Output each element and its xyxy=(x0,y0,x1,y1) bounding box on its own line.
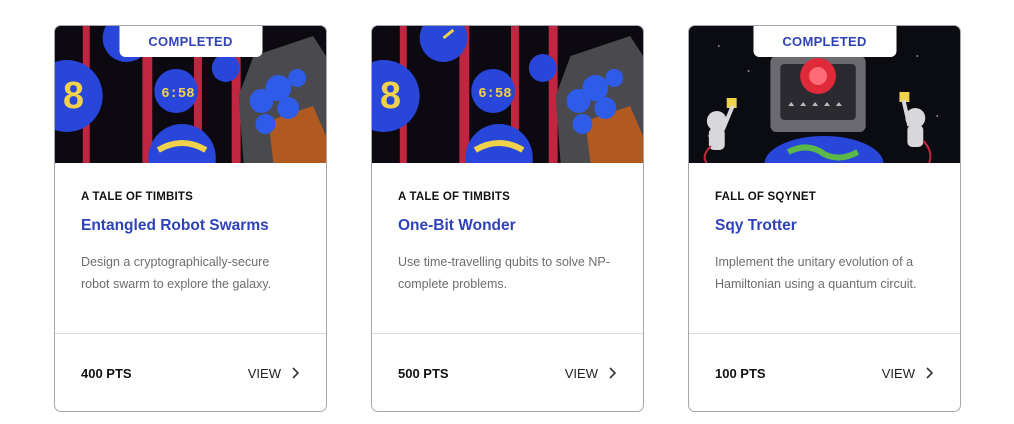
card-points: 500 PTS xyxy=(398,365,449,381)
card-category: A TALE OF TIMBITS xyxy=(81,191,193,203)
chevron-right-icon xyxy=(926,367,934,379)
orb-glyph: 8 xyxy=(380,75,401,117)
challenge-cards-grid: 8 6:58 COMPLETED A TALE OF TIMBITS Entan… xyxy=(0,0,1014,424)
challenge-card[interactable]: 8 6:58 A TALE OF TIMBITS One-Bit Wonder … xyxy=(371,25,644,412)
card-description: Use time-travelling qubits to solve NP-c… xyxy=(398,255,610,291)
card-footer: 400 PTS VIEW xyxy=(55,334,326,411)
card-description: Design a cryptographically-secure robot … xyxy=(81,255,272,291)
card-description: Implement the unitary evolution of a Ham… xyxy=(715,255,917,291)
view-button[interactable]: VIEW xyxy=(882,366,934,381)
challenge-card[interactable]: COMPLETED FALL OF SQYNET Sqy Trotter Imp… xyxy=(688,25,961,412)
completed-badge: COMPLETED xyxy=(753,26,896,57)
challenge-illustration: COMPLETED xyxy=(689,26,960,163)
view-label: VIEW xyxy=(247,365,281,381)
card-title[interactable]: One-Bit Wonder xyxy=(398,217,617,235)
view-label: VIEW xyxy=(564,365,598,381)
card-footer: 100 PTS VIEW xyxy=(689,334,960,411)
card-title[interactable]: Entangled Robot Swarms xyxy=(81,217,300,235)
card-points: 400 PTS xyxy=(81,365,132,381)
challenge-card[interactable]: 8 6:58 COMPLETED A TALE OF TIMBITS Entan… xyxy=(54,25,327,412)
card-points: 100 PTS xyxy=(715,365,766,381)
card-footer: 500 PTS VIEW xyxy=(372,334,643,411)
view-label: VIEW xyxy=(881,365,915,381)
challenge-illustration: 8 6:58 xyxy=(372,26,643,163)
orb-glyph: 8 xyxy=(63,75,84,117)
card-body: FALL OF SQYNET Sqy Trotter Implement the… xyxy=(689,163,960,334)
clock-readout: 6:58 xyxy=(478,86,511,102)
chevron-right-icon xyxy=(292,367,300,379)
card-title[interactable]: Sqy Trotter xyxy=(715,217,934,235)
card-category: A TALE OF TIMBITS xyxy=(398,191,510,203)
chevron-right-icon xyxy=(609,367,617,379)
card-category: FALL OF SQYNET xyxy=(715,191,816,203)
clock-readout: 6:58 xyxy=(161,86,194,102)
challenge-illustration: 8 6:58 COMPLETED xyxy=(55,26,326,163)
card-body: A TALE OF TIMBITS One-Bit Wonder Use tim… xyxy=(372,163,643,334)
view-button[interactable]: VIEW xyxy=(248,366,300,381)
view-button[interactable]: VIEW xyxy=(565,366,617,381)
completed-badge: COMPLETED xyxy=(119,26,262,57)
card-body: A TALE OF TIMBITS Entangled Robot Swarms… xyxy=(55,163,326,334)
